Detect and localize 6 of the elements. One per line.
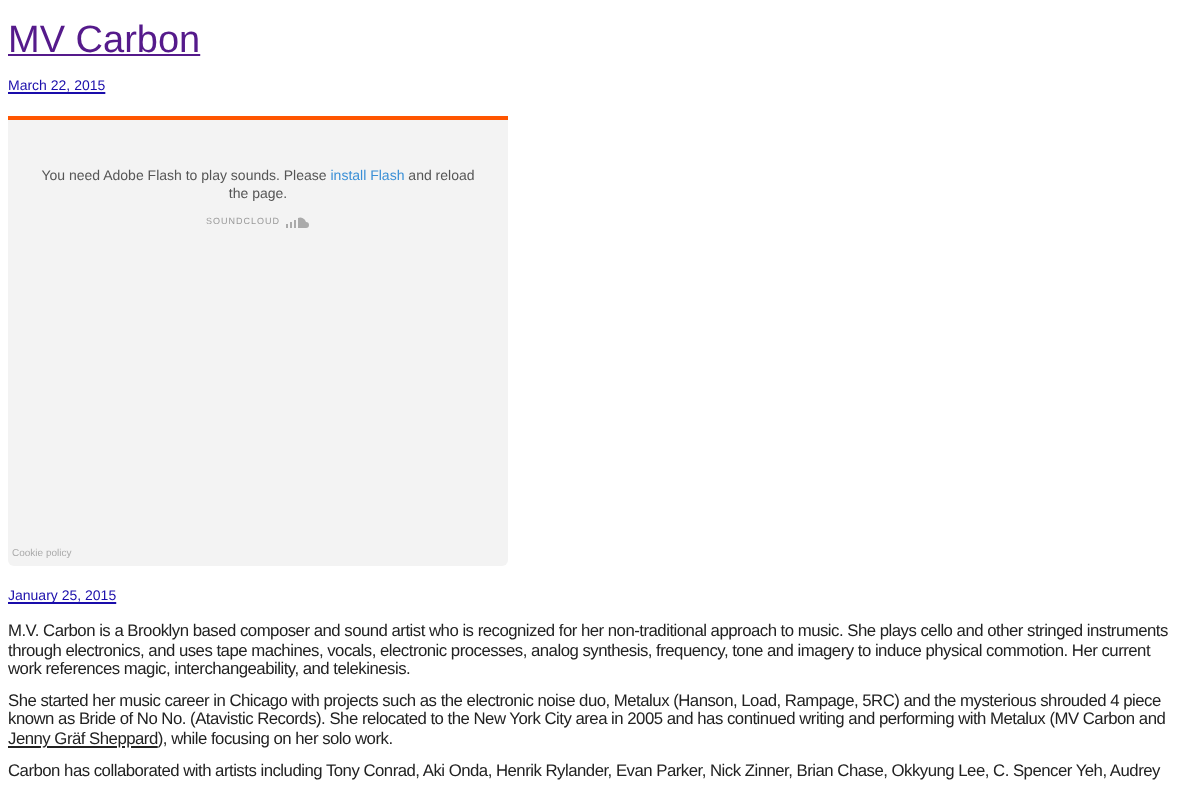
post-title[interactable]: MV Carbon — [8, 20, 201, 64]
cloud-icon — [286, 215, 310, 228]
body-paragraph: Carbon has collaborated with artists including Tony Conrad, Aki Onda, Henrik Rylander, Evan Parker, Nick Zinner, Brian Chase, Okkyung Lee, C. Spencer Yeh, Audrey — [8, 761, 1162, 781]
body-paragraph: She started her music career in Chicago with projects such as the electronic noise duo, Metalux (Hanson, Load, Rampage, 5RC) and the mysterious shrouded 4 piece known as Bride of No No. (Atavistic Records). She relocated to the New York City area in 2005 and has continued writing and performing with Metalux (MV Carbon and Jenny Gräf Sheppard), while focusing on her solo work. — [8, 691, 1168, 750]
body-paragraph: M.V. Carbon is a Brooklyn based composer and sound artist who is recognized for her non-traditional approach to music. She plays cello and other stringed instruments through electronics, and uses tape machines, vocals, electronic processes, analog synthesis, frequency, tone and imagery to induce physical commotion. Her current work references magic, interchangeability, and telekinesis. — [8, 622, 1170, 680]
person-link[interactable]: Jenny Gräf Sheppard — [8, 727, 158, 748]
